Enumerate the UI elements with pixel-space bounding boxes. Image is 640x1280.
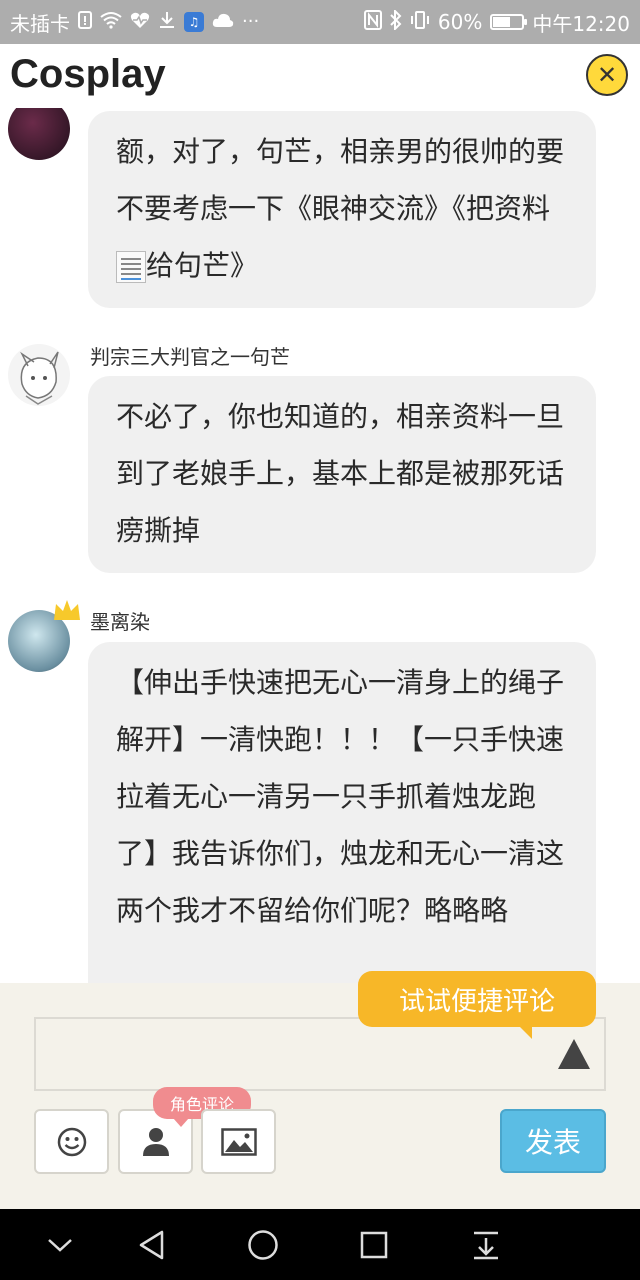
emoji-button[interactable]	[34, 1109, 109, 1174]
smiley-icon	[57, 1127, 86, 1156]
home-icon	[248, 1230, 278, 1260]
bluetooth-icon	[390, 8, 402, 34]
back-icon	[139, 1230, 164, 1260]
comment-composer: 试试便捷评论 角色评论 发表	[0, 971, 640, 1209]
message-bubble: 不必了，你也知道的，相亲资料一旦到了老娘手上，基本上都是被那死话痨撕掉	[88, 376, 596, 573]
message-text: 给句芒》	[146, 249, 259, 282]
avatar[interactable]	[8, 108, 70, 160]
notification-pull-button[interactable]	[464, 1223, 508, 1267]
close-icon: ✕	[596, 61, 618, 89]
image-icon	[220, 1127, 257, 1156]
message-text: 额，对了，句芒，相亲男的很帅的要不要考虑一下《眼神交流》《把资料	[116, 135, 565, 225]
notification-pull-icon	[474, 1231, 498, 1260]
avatar[interactable]	[8, 344, 70, 406]
message-bubble: 【伸出手快速把无心一清身上的绳子解开】一清快跑！！！【一只手快速拉着无心一清另一…	[88, 642, 596, 983]
chevron-down-icon	[48, 1239, 72, 1252]
status-bar: 未插卡 ♫ ··· 60% 中午12:20	[0, 0, 640, 44]
person-icon	[142, 1127, 169, 1156]
crown-icon	[54, 600, 80, 620]
message-bubble: 额，对了，句芒，相亲男的很帅的要不要考虑一下《眼神交流》《把资料 给句芒》	[88, 111, 596, 308]
page-title: Cosplay	[10, 52, 166, 96]
vibrate-icon	[410, 10, 430, 34]
wifi-icon	[100, 11, 122, 33]
image-button[interactable]	[201, 1109, 276, 1174]
quick-comment-tip[interactable]: 试试便捷评论	[358, 971, 596, 1039]
chat-list[interactable]: 额，对了，句芒，相亲男的很帅的要不要考虑一下《眼神交流》《把资料 给句芒》 判宗…	[0, 108, 640, 983]
more-icon: ···	[242, 11, 260, 32]
back-button[interactable]	[130, 1223, 174, 1267]
battery-percent: 60%	[437, 10, 483, 34]
recents-icon	[360, 1231, 388, 1259]
nfc-icon	[363, 10, 382, 34]
sim-warning-icon	[78, 11, 92, 33]
home-button[interactable]	[241, 1223, 285, 1267]
clock: 中午12:20	[532, 11, 630, 36]
cloud-icon	[212, 12, 234, 32]
battery-icon	[490, 14, 528, 30]
title-bar: Cosplay ✕	[0, 44, 640, 108]
carrier-label: 未插卡	[10, 11, 70, 36]
music-app-icon: ♫	[184, 12, 204, 32]
expand-up-icon[interactable]	[558, 1039, 590, 1069]
document-emoji	[116, 251, 146, 283]
username[interactable]: 墨离染	[90, 606, 150, 635]
close-button[interactable]: ✕	[586, 54, 628, 96]
username[interactable]: 判宗三大判官之一句芒	[90, 341, 290, 370]
download-icon	[158, 11, 176, 33]
hide-nav-button[interactable]	[38, 1223, 82, 1267]
system-nav-bar	[0, 1209, 640, 1280]
send-button[interactable]: 发表	[500, 1109, 606, 1173]
heart-rate-icon	[130, 11, 150, 33]
recents-button[interactable]	[352, 1223, 396, 1267]
